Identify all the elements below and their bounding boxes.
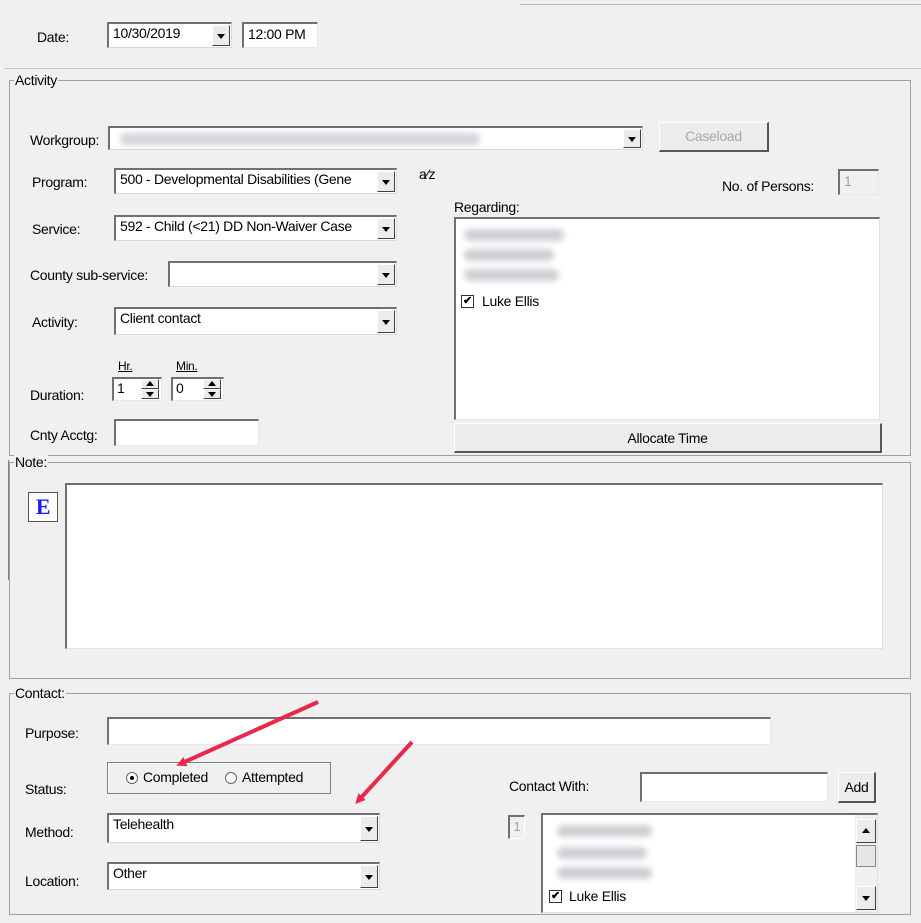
arrow-to-method bbox=[355, 740, 414, 804]
annotation-arrows bbox=[176, 700, 414, 804]
arrow-to-status bbox=[176, 700, 319, 767]
